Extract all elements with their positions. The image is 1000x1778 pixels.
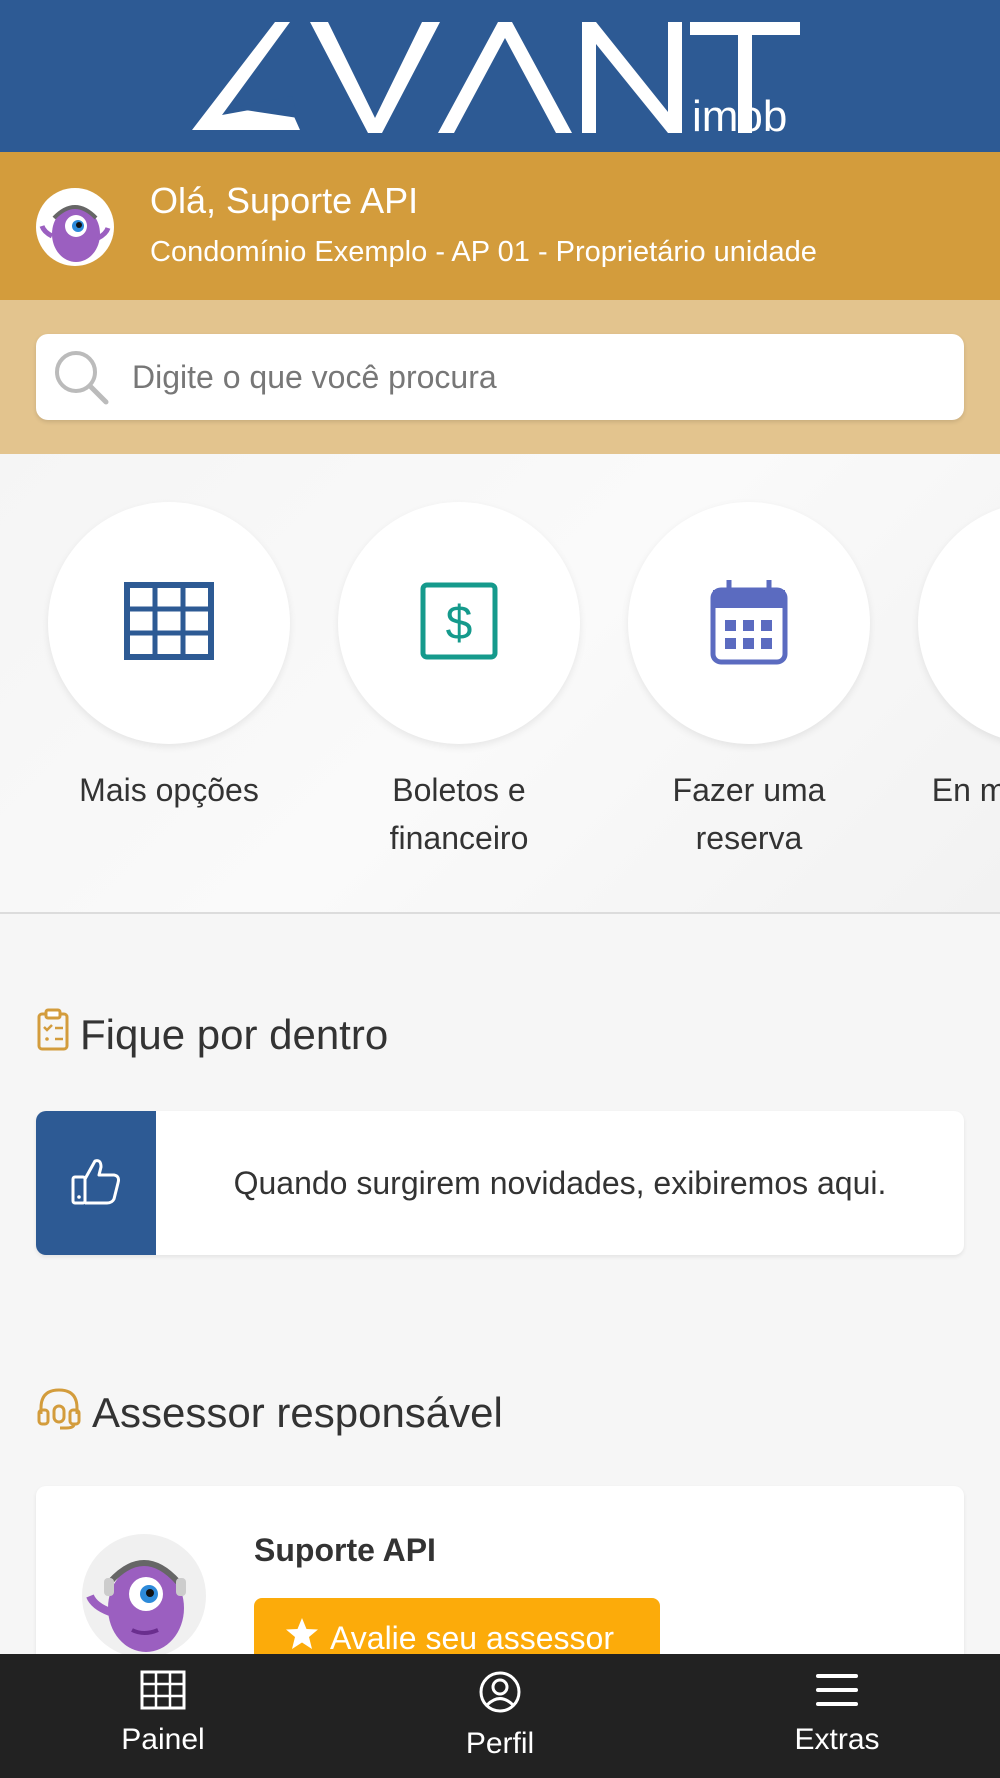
menu-icon bbox=[815, 1654, 859, 1715]
bottom-navigation: Painel Perfil Extras bbox=[0, 1654, 1000, 1778]
shortcut-circle[interactable] bbox=[628, 502, 870, 744]
nav-perfil[interactable]: Perfil bbox=[380, 1654, 620, 1778]
advisor-name: Suporte API bbox=[254, 1532, 436, 1568]
svg-text:$: $ bbox=[446, 597, 473, 650]
shortcut-encomendas[interactable]: En me bbox=[918, 502, 1000, 814]
shortcuts-carousel[interactable]: Mais opções $ Boletos e financeiro Fazer… bbox=[0, 454, 1000, 914]
shortcut-reserva[interactable]: Fazer uma reserva bbox=[628, 502, 870, 862]
section-title-text: Assessor responsável bbox=[92, 1389, 503, 1436]
shortcut-label: Fazer uma reserva bbox=[672, 772, 826, 856]
nav-label: Extras bbox=[794, 1723, 880, 1756]
shortcut-boletos[interactable]: $ Boletos e financeiro bbox=[338, 502, 580, 862]
user-avatar[interactable] bbox=[36, 188, 114, 266]
section-divider bbox=[0, 912, 1000, 914]
search-band bbox=[0, 300, 1000, 454]
grid-icon bbox=[124, 581, 214, 665]
news-section-title: Fique por dentro bbox=[36, 1008, 388, 1062]
nav-label: Perfil bbox=[465, 1727, 535, 1760]
calendar-icon bbox=[709, 576, 789, 671]
shortcut-circle[interactable] bbox=[918, 502, 1000, 744]
headset-icon bbox=[36, 1386, 92, 1440]
thumbs-up-icon bbox=[70, 1155, 122, 1212]
user-circle-icon bbox=[478, 1654, 522, 1719]
grid-icon bbox=[140, 1654, 186, 1715]
svg-text:imob: imob bbox=[692, 92, 787, 141]
search-icon bbox=[52, 348, 114, 408]
avant-imob-logo: imob bbox=[180, 0, 820, 152]
shortcut-circle[interactable]: $ bbox=[338, 502, 580, 744]
shortcut-circle[interactable] bbox=[48, 502, 290, 744]
user-greeting-bar: Olá, Suporte API Condomínio Exemplo - AP… bbox=[0, 152, 1000, 300]
nav-extras[interactable]: Extras bbox=[717, 1654, 957, 1778]
greeting-title: Olá, Suporte API bbox=[150, 180, 419, 221]
shortcut-label: En me bbox=[931, 772, 1000, 808]
clipboard-icon bbox=[36, 1008, 80, 1062]
app-header: imob bbox=[0, 0, 1000, 152]
nav-painel[interactable]: Painel bbox=[43, 1654, 283, 1778]
shortcut-mais-opcoes[interactable]: Mais opções bbox=[48, 502, 290, 814]
advisor-section-title: Assessor responsável bbox=[36, 1386, 503, 1440]
advisor-avatar bbox=[82, 1534, 206, 1658]
news-card: Quando surgirem novidades, exibiremos aq… bbox=[36, 1111, 964, 1255]
shortcut-label: Mais opções bbox=[79, 772, 259, 808]
search-box[interactable] bbox=[36, 334, 964, 420]
section-title-text: Fique por dentro bbox=[80, 1011, 389, 1058]
shortcut-label: Boletos e financeiro bbox=[389, 772, 529, 856]
unit-context[interactable]: Condomínio Exemplo - AP 01 - Proprietári… bbox=[150, 236, 817, 269]
search-input[interactable] bbox=[132, 334, 952, 420]
rate-advisor-label: Avalie seu assessor bbox=[330, 1619, 614, 1656]
dollar-icon: $ bbox=[419, 581, 499, 666]
nav-label: Painel bbox=[121, 1723, 205, 1756]
news-empty-message: Quando surgirem novidades, exibiremos aq… bbox=[233, 1164, 887, 1201]
news-card-side bbox=[36, 1111, 156, 1255]
